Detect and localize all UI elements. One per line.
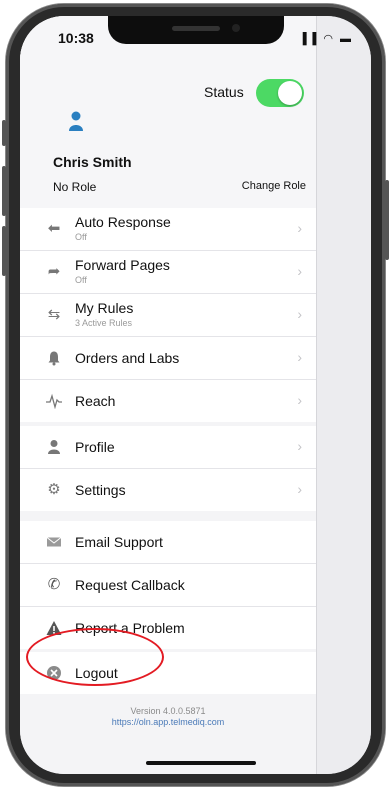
rules-icon: ⇆	[47, 306, 61, 323]
current-role: No Role	[53, 180, 97, 194]
annotation-highlight-circle	[26, 628, 164, 686]
menu-item-label: Forward Pages	[75, 257, 170, 273]
chevron-right-icon: ›	[297, 220, 302, 236]
signal-wifi-battery-icon: ▐▐ ◠ ▬	[298, 33, 353, 45]
support-url-link[interactable]: https://oln.app.telmediq.com	[20, 717, 316, 728]
menu-group-primary: ⬅ Auto Response Off › ➦ Forward Pages Of…	[20, 208, 316, 422]
camera-icon	[232, 24, 240, 32]
background-app-overlay[interactable]	[316, 16, 371, 774]
version-text: Version 4.0.0.5871	[130, 706, 206, 716]
menu-item-label: Settings	[75, 482, 126, 498]
avatar-icon	[69, 111, 83, 131]
menu-item-sublabel: Off	[75, 232, 87, 242]
status-toggle[interactable]	[256, 79, 304, 107]
status-label: Status	[204, 84, 244, 100]
menu-item-request-callback[interactable]: ✆ Request Callback	[20, 564, 316, 607]
phone-side-button	[2, 166, 6, 216]
status-bar-time: 10:38	[58, 30, 94, 46]
menu-item-settings[interactable]: ⚙ Settings ›	[20, 469, 316, 511]
speaker-grille	[172, 26, 220, 31]
user-name: Chris Smith	[53, 154, 132, 170]
version-footer: Version 4.0.0.5871 https://oln.app.telme…	[20, 706, 316, 728]
menu-item-label: Email Support	[75, 534, 163, 550]
menu-group-account: Profile › ⚙ Settings ›	[20, 426, 316, 511]
person-icon	[48, 440, 60, 454]
menu-item-label: Request Callback	[75, 577, 185, 593]
menu-item-forward-pages[interactable]: ➦ Forward Pages Off ›	[20, 251, 316, 294]
menu-item-label: Reach	[75, 393, 116, 409]
change-role-link[interactable]: Change Role	[242, 180, 306, 192]
menu-item-my-rules[interactable]: ⇆ My Rules 3 Active Rules ›	[20, 294, 316, 337]
menu-item-sublabel: 3 Active Rules	[75, 318, 133, 328]
phone-side-button	[385, 180, 389, 260]
menu-item-orders-and-labs[interactable]: Orders and Labs ›	[20, 337, 316, 380]
chevron-right-icon: ›	[297, 306, 302, 322]
menu-item-label: Orders and Labs	[75, 350, 180, 366]
bell-icon	[48, 351, 60, 366]
home-indicator[interactable]	[146, 761, 256, 765]
phone-side-button	[2, 226, 6, 276]
chevron-right-icon: ›	[297, 481, 302, 497]
chevron-right-icon: ›	[297, 392, 302, 408]
menu-item-profile[interactable]: Profile ›	[20, 426, 316, 469]
chevron-right-icon: ›	[297, 349, 302, 365]
reply-icon: ⬅	[47, 220, 61, 237]
chevron-right-icon: ›	[297, 263, 302, 279]
menu-group-support: Email Support ✆ Request Callback Report …	[20, 521, 316, 649]
pulse-icon	[46, 393, 62, 409]
forward-icon: ➦	[47, 263, 61, 280]
menu-item-label: Auto Response	[75, 214, 171, 230]
menu-item-label: My Rules	[75, 300, 134, 316]
chevron-right-icon: ›	[297, 438, 302, 454]
menu-item-sublabel: Off	[75, 275, 87, 285]
phone-notch	[108, 16, 284, 44]
toggle-knob	[278, 81, 302, 105]
menu-item-label: Profile	[75, 439, 115, 455]
menu-item-reach[interactable]: Reach ›	[20, 380, 316, 422]
phone-side-button	[2, 120, 6, 146]
envelope-icon	[46, 537, 62, 547]
menu-item-email-support[interactable]: Email Support	[20, 521, 316, 564]
phone-icon: ✆	[47, 576, 61, 593]
menu-item-auto-response[interactable]: ⬅ Auto Response Off ›	[20, 208, 316, 251]
gear-icon: ⚙	[47, 481, 61, 498]
